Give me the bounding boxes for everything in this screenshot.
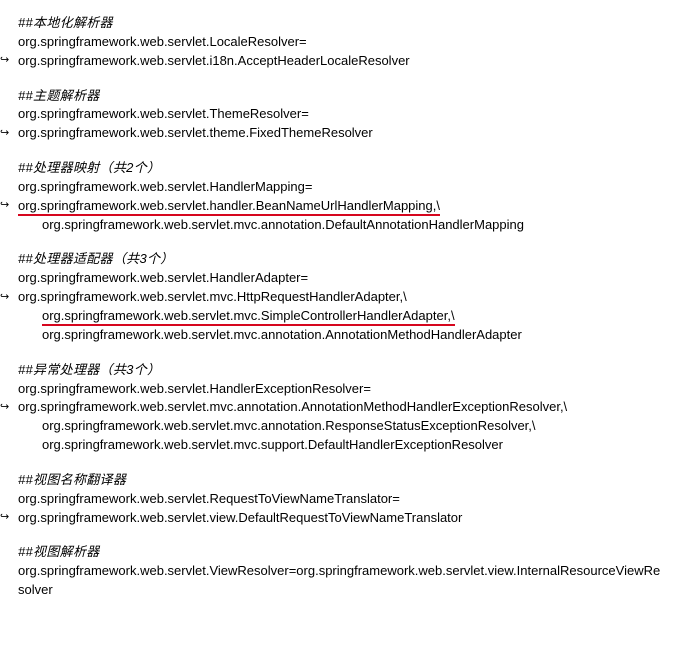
config-line-text: org.springframework.web.servlet.HandlerA… bbox=[18, 270, 308, 285]
config-line: ↪org.springframework.web.servlet.theme.F… bbox=[18, 124, 666, 143]
config-line: org.springframework.web.servlet.HandlerM… bbox=[18, 178, 666, 197]
section-comment: ##异常处理器（共3个） bbox=[18, 361, 666, 380]
config-section: ##主题解析器org.springframework.web.servlet.T… bbox=[18, 87, 666, 144]
config-line-text: org.springframework.web.servlet.ThemeRes… bbox=[18, 106, 309, 121]
config-line: org.springframework.web.servlet.mvc.anno… bbox=[18, 417, 666, 436]
config-line: ↪org.springframework.web.servlet.mvc.ann… bbox=[18, 398, 666, 417]
section-comment: ##本地化解析器 bbox=[18, 14, 666, 33]
config-line-text: org.springframework.web.servlet.mvc.anno… bbox=[18, 399, 567, 414]
continuation-icon: ↪ bbox=[0, 510, 16, 526]
config-line: ↪org.springframework.web.servlet.handler… bbox=[18, 197, 666, 216]
config-line: org.springframework.web.servlet.HandlerE… bbox=[18, 380, 666, 399]
config-line-text: org.springframework.web.servlet.i18n.Acc… bbox=[18, 53, 410, 68]
config-section: ##视图名称翻译器org.springframework.web.servlet… bbox=[18, 471, 666, 528]
config-line-text: org.springframework.web.servlet.HandlerM… bbox=[18, 179, 312, 194]
config-section: ##本地化解析器org.springframework.web.servlet.… bbox=[18, 14, 666, 71]
config-section: ##视图解析器org.springframework.web.servlet.V… bbox=[18, 543, 666, 600]
config-line: ↪org.springframework.web.servlet.view.De… bbox=[18, 509, 666, 528]
config-line-text: org.springframework.web.servlet.mvc.anno… bbox=[42, 327, 522, 342]
config-line: org.springframework.web.servlet.ThemeRes… bbox=[18, 105, 666, 124]
config-line-text: org.springframework.web.servlet.mvc.supp… bbox=[42, 437, 503, 452]
config-line: ↪org.springframework.web.servlet.mvc.Htt… bbox=[18, 288, 666, 307]
config-line-text: org.springframework.web.servlet.RequestT… bbox=[18, 491, 400, 506]
config-section: ##处理器映射（共2个）org.springframework.web.serv… bbox=[18, 159, 666, 234]
config-line-text: org.springframework.web.servlet.view.Def… bbox=[18, 510, 462, 525]
continuation-icon: ↪ bbox=[0, 400, 16, 416]
config-line-text: org.springframework.web.servlet.HandlerE… bbox=[18, 381, 371, 396]
config-line-text: org.springframework.web.servlet.LocaleRe… bbox=[18, 34, 307, 49]
document-root: ##本地化解析器org.springframework.web.servlet.… bbox=[18, 14, 666, 600]
config-line-text: org.springframework.web.servlet.mvc.Http… bbox=[18, 289, 407, 304]
continuation-icon: ↪ bbox=[0, 198, 16, 214]
section-comment: ##主题解析器 bbox=[18, 87, 666, 106]
config-line: org.springframework.web.servlet.ViewReso… bbox=[18, 562, 666, 600]
config-line-text: org.springframework.web.servlet.handler.… bbox=[18, 198, 440, 216]
section-comment: ##处理器适配器（共3个） bbox=[18, 250, 666, 269]
config-section: ##处理器适配器（共3个）org.springframework.web.ser… bbox=[18, 250, 666, 344]
config-line: org.springframework.web.servlet.mvc.supp… bbox=[18, 436, 666, 455]
config-line: org.springframework.web.servlet.mvc.anno… bbox=[18, 326, 666, 345]
continuation-icon: ↪ bbox=[0, 53, 16, 69]
section-comment: ##视图解析器 bbox=[18, 543, 666, 562]
config-line: org.springframework.web.servlet.mvc.anno… bbox=[18, 216, 666, 235]
continuation-icon: ↪ bbox=[0, 126, 16, 142]
config-line-text: org.springframework.web.servlet.ViewReso… bbox=[18, 563, 660, 597]
config-line: org.springframework.web.servlet.LocaleRe… bbox=[18, 33, 666, 52]
config-line: org.springframework.web.servlet.mvc.Simp… bbox=[18, 307, 666, 326]
config-line: org.springframework.web.servlet.RequestT… bbox=[18, 490, 666, 509]
config-line-text: org.springframework.web.servlet.mvc.anno… bbox=[42, 217, 524, 232]
config-line: ↪org.springframework.web.servlet.i18n.Ac… bbox=[18, 52, 666, 71]
config-line-text: org.springframework.web.servlet.theme.Fi… bbox=[18, 125, 373, 140]
continuation-icon: ↪ bbox=[0, 290, 16, 306]
section-comment: ##处理器映射（共2个） bbox=[18, 159, 666, 178]
config-line-text: org.springframework.web.servlet.mvc.anno… bbox=[42, 418, 536, 433]
section-comment: ##视图名称翻译器 bbox=[18, 471, 666, 490]
config-line-text: org.springframework.web.servlet.mvc.Simp… bbox=[42, 308, 455, 326]
config-section: ##异常处理器（共3个）org.springframework.web.serv… bbox=[18, 361, 666, 455]
config-line: org.springframework.web.servlet.HandlerA… bbox=[18, 269, 666, 288]
